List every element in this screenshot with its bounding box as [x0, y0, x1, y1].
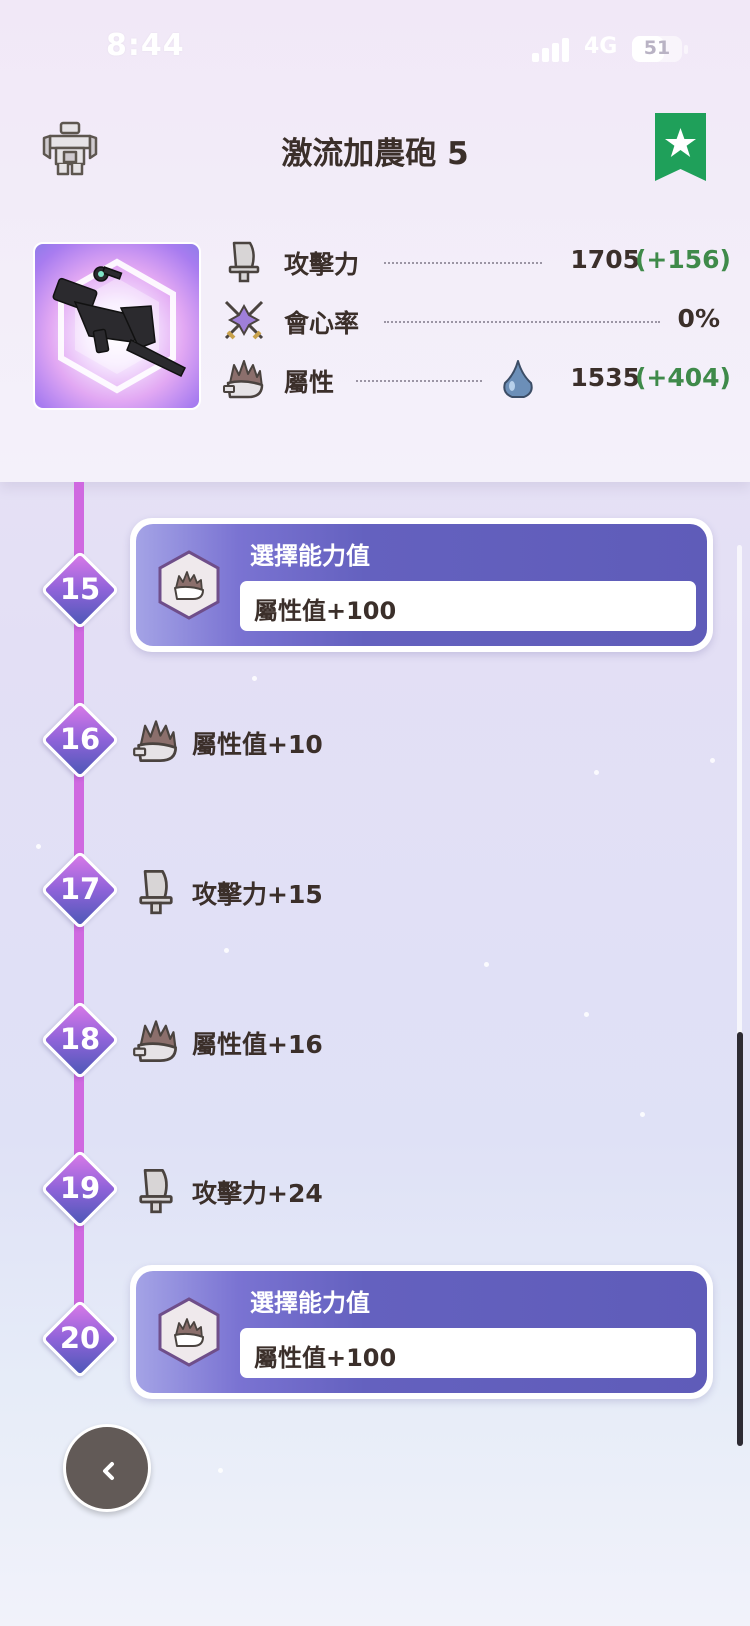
- sparkle: [252, 676, 257, 681]
- level-number: 18: [59, 1022, 101, 1056]
- armor-set-icon[interactable]: [40, 120, 100, 176]
- level-marker-16: 16: [40, 700, 120, 780]
- status-bar: 8:44 4G 51: [0, 0, 750, 100]
- reward-text: 屬性值+10: [192, 730, 323, 759]
- level-marker-19: 19: [40, 1149, 120, 1229]
- star-bookmark-icon[interactable]: [655, 113, 706, 181]
- choice-value: 屬性值+100: [254, 597, 397, 625]
- signal-icon: [532, 38, 572, 62]
- stat-affinity-label: 會心率: [284, 309, 360, 338]
- stat-element-value: 1535: [570, 363, 640, 392]
- level-number: 17: [59, 872, 101, 906]
- sparkle: [640, 1112, 645, 1117]
- page-title: 激流加農砲 5: [281, 136, 469, 172]
- sparkle: [484, 962, 489, 967]
- sparkle: [224, 948, 229, 953]
- battery-level: 51: [643, 37, 671, 59]
- stat-affinity: 會心率 0%: [222, 298, 722, 342]
- battery-icon: 51: [632, 36, 688, 62]
- status-time: 8:44: [106, 28, 185, 63]
- stat-attack-bonus: (+156): [635, 245, 731, 274]
- stat-element-bonus: (+404): [635, 363, 731, 392]
- choice-value-field[interactable]: 屬性值+100: [240, 1328, 696, 1378]
- blade-icon: [222, 239, 266, 283]
- crossed-blades-icon: [222, 298, 266, 342]
- reward-text: 攻擊力+24: [192, 1179, 323, 1208]
- sparkle: [36, 844, 41, 849]
- flame-blade-icon: [158, 550, 220, 620]
- leader-dots: [384, 321, 660, 323]
- stat-attack-value: 1705: [570, 245, 640, 274]
- ability-choice-card[interactable]: 選擇能力值 屬性值+100: [130, 518, 713, 652]
- level-reward-16: 屬性值+10: [132, 713, 532, 769]
- sparkle: [710, 758, 715, 763]
- reward-text: 攻擊力+15: [192, 880, 323, 909]
- choice-value-field[interactable]: 屬性值+100: [240, 581, 696, 631]
- flame-blade-icon: [158, 1297, 220, 1367]
- level-marker-20: 20: [40, 1299, 120, 1379]
- choice-value: 屬性值+100: [254, 1344, 397, 1372]
- stat-attack-label: 攻擊力: [284, 250, 360, 279]
- sparkle: [584, 1012, 589, 1017]
- back-button[interactable]: [63, 1424, 151, 1512]
- stat-attack: 攻擊力 1705 (+156): [222, 239, 731, 283]
- chevron-left-icon: [96, 1458, 122, 1484]
- level-marker-17: 17: [40, 850, 120, 930]
- level-marker-18: 18: [40, 1000, 120, 1080]
- choice-title: 選擇能力值: [250, 1289, 370, 1317]
- flame-blade-icon: [132, 717, 180, 765]
- level-reward-18: 屬性值+16: [132, 1013, 532, 1069]
- ability-choice-card[interactable]: 選擇能力值 屬性值+100: [130, 1265, 713, 1399]
- weapon-image: [33, 242, 201, 410]
- leader-dots: [384, 262, 542, 264]
- level-number: 19: [59, 1171, 101, 1205]
- flame-blade-icon: [222, 357, 266, 401]
- level-number: 15: [59, 572, 101, 606]
- scrollbar-thumb[interactable]: [737, 1032, 743, 1446]
- leader-dots: [356, 380, 482, 382]
- flame-blade-icon: [132, 1017, 180, 1065]
- blade-icon: [132, 1166, 180, 1214]
- level-number: 20: [59, 1321, 101, 1355]
- choice-title: 選擇能力值: [250, 542, 370, 570]
- level-marker-15: 15: [40, 550, 120, 630]
- stat-affinity-value: 0%: [677, 304, 720, 333]
- stat-element: 屬性 1535 (+404): [222, 357, 731, 401]
- network-type: 4G: [584, 34, 618, 59]
- water-drop-icon: [500, 359, 536, 399]
- level-number: 16: [59, 722, 101, 756]
- sparkle: [594, 770, 599, 775]
- blade-icon: [132, 867, 180, 915]
- level-reward-19: 攻擊力+24: [132, 1162, 532, 1218]
- stat-element-label: 屬性: [284, 368, 335, 397]
- weapon-header-panel: 8:44 4G 51 激流加農砲 5 攻擊力 1705 (+156) 會心率 0…: [0, 0, 750, 482]
- sparkle: [218, 1468, 223, 1473]
- reward-text: 屬性值+16: [192, 1030, 323, 1059]
- level-reward-17: 攻擊力+15: [132, 863, 532, 919]
